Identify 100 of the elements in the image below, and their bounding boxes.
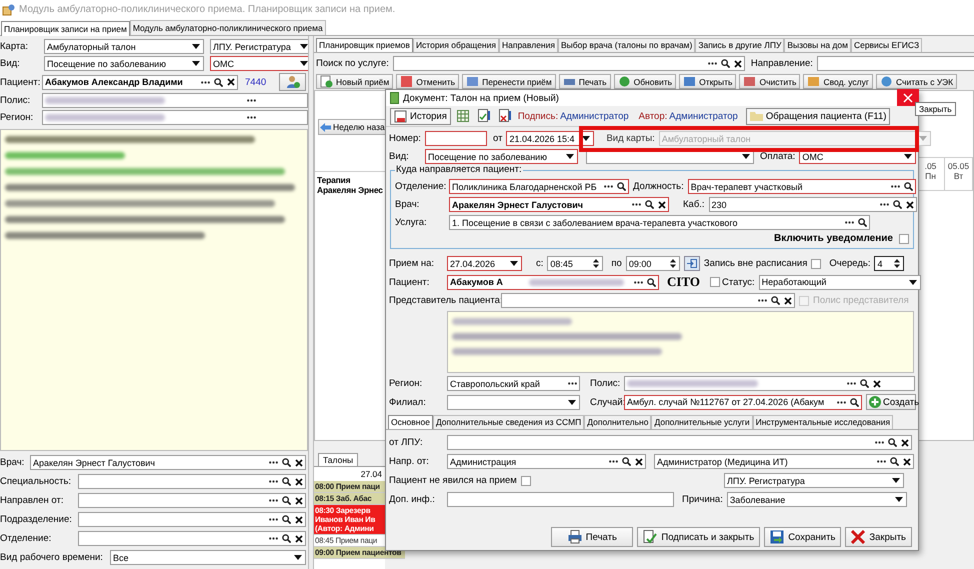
lookup-field[interactable] (78, 531, 306, 546)
ellipsis-icon[interactable] (269, 537, 278, 540)
search-icon[interactable] (860, 379, 869, 388)
combo-box[interactable]: Неработающий (758, 274, 921, 290)
lookup-field[interactable]: Абакумов Александр Владими (42, 74, 238, 90)
combo-box[interactable]: Заболевание (726, 492, 907, 507)
ellipsis-icon[interactable] (890, 185, 900, 188)
ellipsis-icon[interactable] (708, 62, 717, 65)
combo-box[interactable]: Амбулаторный талон (44, 39, 204, 54)
lookup-field[interactable]: Поликлиника Благодарненской РБ (449, 179, 629, 194)
print-button[interactable]: Печать (551, 527, 634, 547)
clear-icon[interactable] (635, 458, 643, 466)
ellipsis-icon[interactable] (604, 185, 613, 188)
delete-document-icon[interactable] (499, 109, 512, 123)
lookup-field[interactable]: Администрация (447, 454, 646, 469)
dropdown-arrow-icon[interactable] (510, 261, 518, 266)
clear-icon[interactable] (784, 296, 792, 304)
search-icon[interactable] (892, 200, 902, 209)
spin-field[interactable]: 08:45 (547, 256, 604, 271)
toolbar-button[interactable]: Очистить (739, 74, 800, 89)
search-icon[interactable] (282, 534, 291, 543)
tab[interactable]: Планировщик записи на прием (1, 21, 130, 36)
search-icon[interactable] (647, 278, 656, 286)
input-field[interactable] (447, 492, 674, 507)
lookup-field[interactable] (78, 512, 306, 527)
tab[interactable]: Талоны (318, 453, 358, 466)
checkbox[interactable] (811, 258, 822, 268)
dropdown-arrow-icon[interactable] (582, 136, 590, 141)
ellipsis-icon[interactable] (880, 203, 889, 206)
tab[interactable]: Запись в другие ЛПУ (695, 38, 784, 52)
toolbar-button[interactable]: Открыть (679, 74, 736, 89)
clear-icon[interactable] (295, 458, 303, 466)
toolbar-button[interactable]: Перенести приём (462, 74, 556, 89)
search-icon[interactable] (282, 477, 291, 486)
checkbox[interactable] (710, 277, 720, 287)
toolbar-button[interactable]: Печать (558, 74, 611, 89)
search-icon[interactable] (282, 458, 291, 467)
checklist-icon[interactable] (478, 109, 490, 123)
patient-id-link[interactable]: 7440 (242, 76, 275, 88)
lookup-field[interactable]: 1. Посещение в связи с заболеванием врача-терапевта участкового (449, 215, 870, 230)
toolbar-button[interactable]: Отменить (396, 74, 460, 89)
tab[interactable]: Направления (498, 38, 558, 52)
toolbar-button[interactable]: Свод. услуг (803, 74, 873, 89)
dropdown-arrow-icon[interactable] (566, 154, 574, 159)
ellipsis-icon[interactable] (568, 382, 577, 385)
lookup-field[interactable]: Амбул. случай №112767 от 27.04.2026 (Абакум (624, 394, 862, 410)
dropdown-arrow-icon[interactable] (192, 61, 200, 66)
search-icon[interactable] (214, 78, 223, 86)
lookup-field[interactable]: Ставропольский край (447, 376, 580, 391)
dropdown-arrow-icon[interactable] (908, 280, 917, 284)
close-button[interactable] (897, 89, 919, 106)
ellipsis-icon[interactable] (269, 518, 278, 521)
dropdown-arrow-icon[interactable] (892, 478, 900, 483)
clear-icon[interactable] (295, 534, 303, 542)
search-icon[interactable] (904, 182, 913, 191)
checkbox[interactable] (520, 476, 531, 486)
lookup-field[interactable] (624, 376, 915, 391)
clear-icon[interactable] (295, 516, 303, 524)
lookup-field[interactable] (392, 56, 745, 71)
lookup-field[interactable]: 230 (708, 197, 917, 212)
clear-icon[interactable] (901, 438, 909, 446)
combo-box[interactable]: 21.04.2026 15:4 (506, 131, 594, 146)
combo-box[interactable]: Посещение по заболеванию (44, 56, 204, 71)
spin-field[interactable]: 09:00 (626, 256, 680, 271)
ellipsis-icon[interactable] (609, 460, 618, 463)
dropdown-arrow-icon[interactable] (300, 44, 308, 49)
ellipsis-icon[interactable] (201, 80, 210, 84)
combo-box[interactable]: Посещение по заболеванию (425, 149, 578, 164)
tab[interactable]: Вызовы на дом (784, 38, 851, 52)
clear-icon[interactable] (903, 458, 911, 466)
lookup-field[interactable]: Аракелян Эрнест Галустович (449, 197, 669, 212)
ellipsis-icon[interactable] (632, 203, 641, 206)
tab[interactable]: Сервисы ЕГИСЗ (850, 38, 922, 52)
clear-icon[interactable] (658, 200, 666, 208)
search-icon[interactable] (282, 496, 291, 505)
spin-field[interactable]: 4 (874, 256, 904, 271)
search-icon[interactable] (282, 515, 291, 524)
tab[interactable]: Планировщик приемов (316, 38, 413, 52)
history-button[interactable]: История (390, 108, 451, 124)
dropdown-arrow-icon[interactable] (894, 497, 903, 502)
clear-icon[interactable] (227, 78, 235, 86)
lookup-field[interactable]: Администратор (Медицина ИТ) (654, 454, 914, 469)
lookup-field[interactable]: Врач-терапевт участковый (688, 179, 916, 194)
checkbox[interactable] (899, 234, 909, 244)
ellipsis-icon[interactable] (634, 280, 643, 284)
dropdown-arrow-icon[interactable] (568, 400, 576, 404)
spin-arrows-icon[interactable] (894, 258, 900, 269)
table-icon[interactable] (457, 110, 470, 122)
lookup-field[interactable] (447, 435, 912, 450)
search-icon[interactable] (771, 296, 780, 305)
ellipsis-icon[interactable] (877, 460, 886, 463)
lookup-field[interactable] (78, 474, 306, 489)
lookup-field[interactable] (78, 493, 306, 508)
ellipsis-icon[interactable] (758, 299, 767, 302)
combo-box[interactable]: Все (110, 550, 306, 565)
ellipsis-icon[interactable] (837, 400, 846, 404)
search-icon[interactable] (645, 200, 654, 209)
tab[interactable]: Модуль амбулаторно-поликлинического приема (130, 20, 326, 35)
combo-box[interactable]: 27.04.2026 (447, 256, 522, 271)
input-field[interactable] (816, 56, 974, 71)
